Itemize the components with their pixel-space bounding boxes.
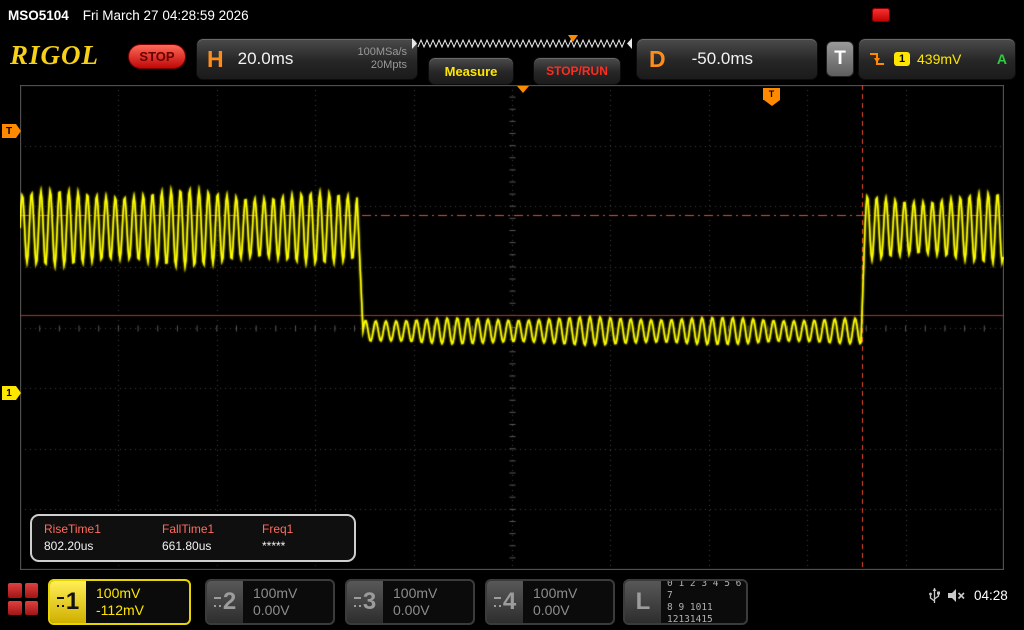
delay-label: D	[649, 46, 666, 73]
trigger-sweep-mode: A	[997, 51, 1007, 67]
channel-4-box[interactable]: 4 100mV 0.00V	[485, 579, 615, 625]
usb-icon	[928, 586, 941, 606]
datetime-text: Fri March 27 04:28:59 2026	[83, 8, 249, 23]
measurement-value: 661.80us	[162, 539, 262, 553]
measurement-name: FallTime1	[162, 522, 262, 536]
trigger-info: 1 439mV A	[858, 38, 1016, 80]
channel1-offset-marker[interactable]: 1	[2, 386, 16, 400]
waveform-preview-strip[interactable]	[412, 35, 632, 54]
record-status-icon	[872, 8, 890, 22]
trigger-level-marker[interactable]: T	[2, 124, 16, 138]
measurement-item: FallTime1 661.80us	[162, 522, 262, 560]
run-state-badge[interactable]: STOP	[128, 44, 186, 69]
stop-run-button[interactable]: STOP/RUN	[533, 57, 621, 85]
measurement-name: Freq1	[262, 522, 352, 536]
header-bar: RIGOL STOP H 20.0ms 100MSa/s 20Mpts Meas…	[0, 30, 1024, 85]
channel-4-offset: 0.00V	[533, 602, 613, 619]
measurement-item: Freq1 *****	[262, 522, 352, 560]
channel-3-box[interactable]: 3 100mV 0.00V	[345, 579, 475, 625]
channel-2-scale: 100mV	[253, 585, 333, 602]
menu-icon[interactable]	[8, 583, 38, 615]
delay-value: -50.0ms	[692, 49, 753, 69]
horizontal-label: H	[207, 46, 224, 73]
measurement-name: RiseTime1	[44, 522, 162, 536]
measurement-item: RiseTime1 802.20us	[44, 522, 162, 560]
horizontal-settings-button[interactable]: H 20.0ms 100MSa/s 20Mpts	[196, 38, 418, 80]
trigger-label: T	[826, 41, 854, 77]
coupling-icon	[494, 597, 501, 607]
waveform-display[interactable]	[20, 85, 1004, 570]
channel-3-number: 3	[347, 581, 383, 623]
preview-zigzag-icon	[412, 35, 632, 54]
measurement-value: *****	[262, 539, 352, 553]
coupling-icon	[57, 597, 64, 607]
trigger-source-badge: 1	[894, 52, 910, 66]
measurement-panel: RiseTime1 802.20us FallTime1 661.80us Fr…	[30, 514, 356, 562]
digital-channels-box[interactable]: L 0 1 2 3 4 5 6 7 8 9 1011 12131415	[623, 579, 748, 625]
sample-rate-value: 100MSa/s	[357, 46, 407, 59]
channel-2-number: 2	[207, 581, 243, 623]
trigger-level-value: 439mV	[917, 51, 961, 67]
measurement-value: 802.20us	[44, 539, 162, 553]
oscilloscope-screen: { "top_bar": { "model": "MSO5104", "date…	[0, 0, 1024, 630]
clock-text: 04:28	[974, 588, 1008, 603]
model-name: MSO5104	[8, 8, 69, 23]
measure-button[interactable]: Measure	[428, 57, 514, 85]
digital-channels-label: L	[625, 581, 661, 623]
channel-2-box[interactable]: 2 100mV 0.00V	[205, 579, 335, 625]
trigger-settings-button[interactable]: T 1 439mV A	[826, 38, 1016, 80]
channel-status-bar: 1 100mV -112mV 2 100mV 0.00V 3 100mV 0.0…	[0, 575, 1024, 630]
channel-2-offset: 0.00V	[253, 602, 333, 619]
channel-3-offset: 0.00V	[393, 602, 473, 619]
channel-4-scale: 100mV	[533, 585, 613, 602]
speaker-muted-icon	[946, 587, 966, 604]
channel-3-scale: 100mV	[393, 585, 473, 602]
digital-row-8-15: 8 9 1011 12131415	[667, 602, 746, 625]
delay-settings-button[interactable]: D -50.0ms	[636, 38, 818, 80]
top-info-bar: MSO5104 Fri March 27 04:28:59 2026	[0, 0, 1024, 30]
coupling-icon	[354, 597, 361, 607]
channel-1-box[interactable]: 1 100mV -112mV	[48, 579, 191, 625]
coupling-icon	[214, 597, 221, 607]
horizontal-position-marker[interactable]	[517, 86, 529, 93]
rigol-logo: RIGOL	[10, 40, 99, 71]
digital-row-0-7: 0 1 2 3 4 5 6 7	[667, 579, 746, 602]
trigger-slope-icon	[867, 50, 887, 68]
acquisition-info: 100MSa/s 20Mpts	[357, 46, 407, 72]
trigger-position-flag[interactable]: T	[763, 88, 780, 100]
channel-1-scale: 100mV	[96, 585, 189, 602]
timebase-value: 20.0ms	[238, 49, 294, 69]
channel-1-number: 1	[50, 581, 86, 623]
channel-4-number: 4	[487, 581, 523, 623]
channel-1-offset: -112mV	[96, 602, 189, 619]
memory-depth-value: 20Mpts	[371, 59, 407, 72]
